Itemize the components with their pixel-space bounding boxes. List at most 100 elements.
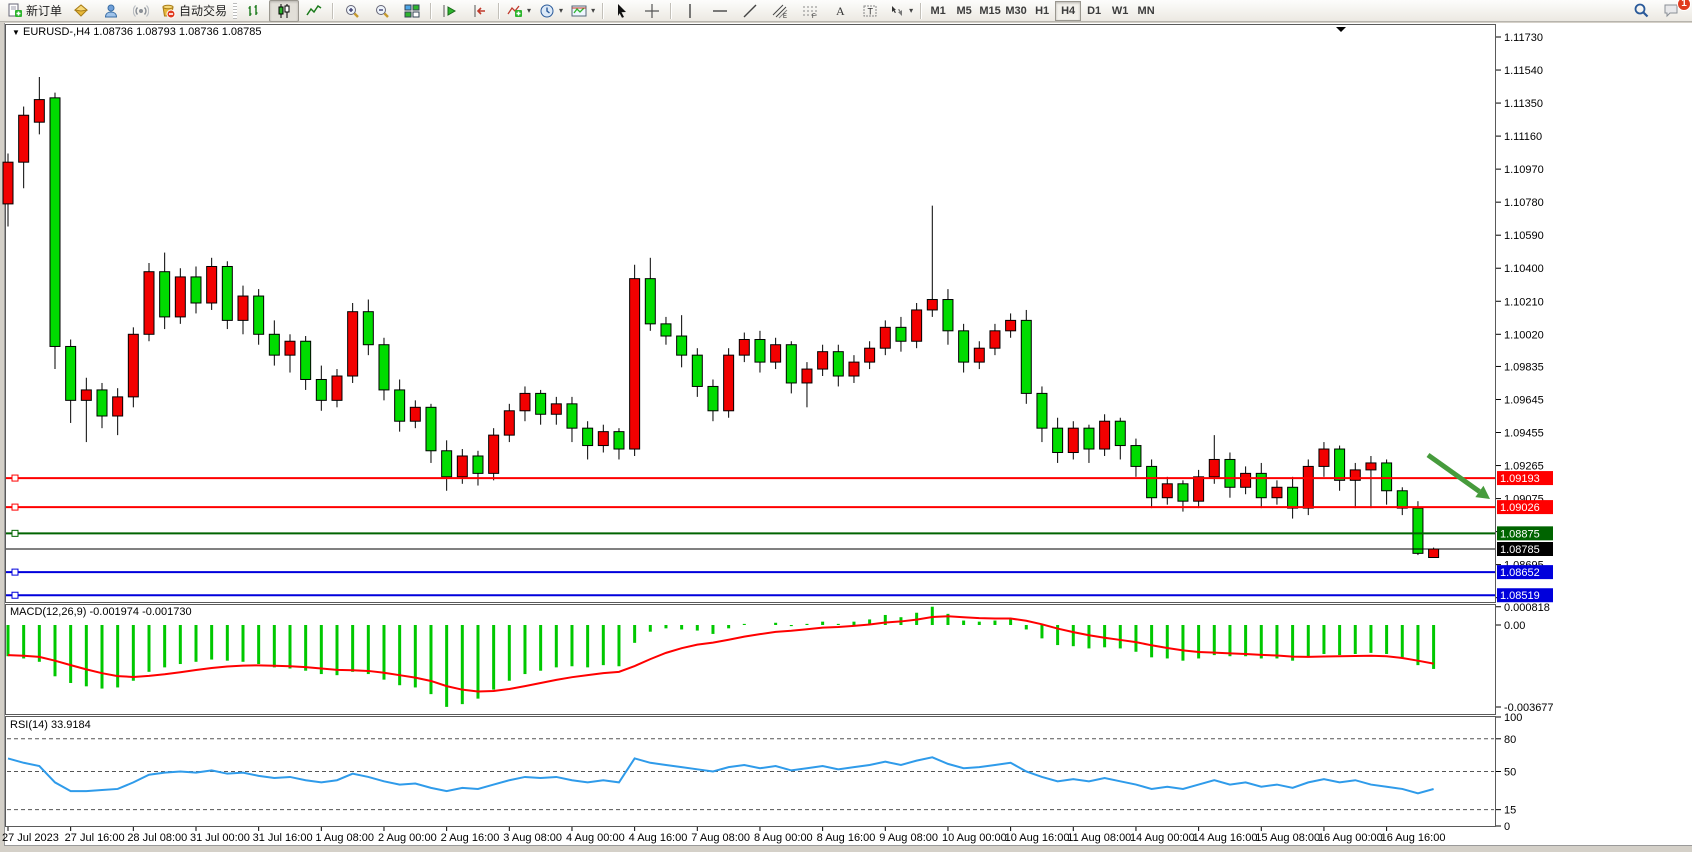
notifications-button[interactable]: 1 xyxy=(1656,0,1686,22)
candle-body xyxy=(144,272,154,335)
candle-body xyxy=(175,277,185,317)
candle-body xyxy=(1162,484,1172,498)
candle-body xyxy=(1037,393,1047,428)
price-axis-label: 1.10590 xyxy=(1504,230,1544,242)
indicators-button[interactable]: ▾ xyxy=(503,0,535,22)
candle-body xyxy=(1241,473,1251,487)
timeframe-m30-button[interactable]: M30 xyxy=(1003,1,1029,21)
indicators-dropdown-caret: ▾ xyxy=(527,6,531,15)
periods-dropdown-caret: ▾ xyxy=(559,6,563,15)
candle-body xyxy=(927,300,937,310)
candle-body xyxy=(849,362,859,376)
candle-body xyxy=(677,336,687,355)
fibonacci-tool-button[interactable]: F xyxy=(795,0,825,22)
svg-text:F: F xyxy=(812,14,816,19)
candle-body xyxy=(1397,491,1407,508)
svg-text:T: T xyxy=(868,6,874,16)
chart-ohlc-values: 1.08736 1.08793 1.08736 1.08785 xyxy=(93,26,261,38)
horizontal-line-tool-button[interactable] xyxy=(705,0,735,22)
chart-window-bg xyxy=(4,23,1692,845)
arrows-tool-button[interactable]: ▾ xyxy=(885,0,917,22)
candle-body xyxy=(630,279,640,449)
data-window-button[interactable] xyxy=(66,0,96,22)
line-price-tag-label: 1.08519 xyxy=(1500,590,1540,602)
timeframe-m15-button[interactable]: M15 xyxy=(977,1,1003,21)
line-price-tag-label: 1.09193 xyxy=(1500,473,1540,485)
periods-button[interactable]: ▾ xyxy=(535,0,567,22)
candle-body xyxy=(301,341,311,379)
candle-body xyxy=(191,277,201,303)
time-axis-label: 31 Jul 00:00 xyxy=(190,832,250,844)
candle-body xyxy=(1147,466,1157,497)
auto-scroll-button[interactable] xyxy=(435,0,465,22)
text-tool-button[interactable]: A xyxy=(825,0,855,22)
rsi-axis-label: 15 xyxy=(1504,805,1516,817)
chart-dropdown-icon[interactable]: ▼ xyxy=(12,28,20,37)
candle-body xyxy=(661,324,671,336)
timeframe-h4-button[interactable]: H4 xyxy=(1055,1,1081,21)
clock-icon xyxy=(539,3,555,19)
auto-trading-button[interactable]: 自动交易 xyxy=(156,0,231,22)
line-drag-handle[interactable] xyxy=(12,504,18,510)
time-axis-label: 11 Aug 08:00 xyxy=(1067,832,1131,844)
text-label-tool-button[interactable]: T xyxy=(855,0,885,22)
cursor-tool-button[interactable] xyxy=(607,0,637,22)
candlestick-type-button[interactable] xyxy=(269,0,299,22)
tile-windows-button[interactable] xyxy=(397,0,427,22)
line-drag-handle[interactable] xyxy=(12,592,18,598)
candle-body xyxy=(802,369,812,383)
candle-body xyxy=(473,456,483,473)
macd-indicator-name: MACD(12,26,9) xyxy=(10,606,86,618)
timeframe-switcher: M1M5M15M30H1H4D1W1MN xyxy=(925,1,1159,21)
line-drag-handle[interactable] xyxy=(12,569,18,575)
line-drag-handle[interactable] xyxy=(12,530,18,536)
candle-body xyxy=(818,352,828,369)
timeframe-h1-button[interactable]: H1 xyxy=(1029,1,1055,21)
auto-trading-icon xyxy=(160,3,176,19)
rsi-label-row: RSI(14) 33.9184 xyxy=(10,719,91,731)
arrow-shapes-icon xyxy=(889,3,905,19)
time-axis-label: 31 Jul 16:00 xyxy=(253,832,313,844)
bar-chart-type-button[interactable] xyxy=(239,0,269,22)
svg-text:A: A xyxy=(836,4,845,18)
candle-body xyxy=(990,331,1000,348)
vertical-line-icon xyxy=(682,3,698,19)
candle-body xyxy=(645,279,655,324)
search-button[interactable] xyxy=(1626,0,1656,22)
timeframe-m1-button[interactable]: M1 xyxy=(925,1,951,21)
candle-body xyxy=(551,404,561,414)
text-icon: A xyxy=(832,3,848,19)
templates-button[interactable]: ▾ xyxy=(567,0,599,22)
time-axis-label: 8 Aug 00:00 xyxy=(754,832,813,844)
zoom-out-button[interactable] xyxy=(367,0,397,22)
timeframe-mn-button[interactable]: MN xyxy=(1133,1,1159,21)
trendline-tool-button[interactable] xyxy=(735,0,765,22)
chart-shift-button[interactable] xyxy=(465,0,495,22)
time-axis-label: 8 Aug 16:00 xyxy=(817,832,876,844)
crosshair-tool-button[interactable] xyxy=(637,0,667,22)
time-axis-label: 2 Aug 16:00 xyxy=(441,832,500,844)
vertical-line-tool-button[interactable] xyxy=(675,0,705,22)
chart-canvas[interactable]: 1.117301.115401.113501.111601.109701.107… xyxy=(0,0,1692,852)
timeframe-w1-button[interactable]: W1 xyxy=(1107,1,1133,21)
candle-body xyxy=(943,300,953,331)
news-button[interactable] xyxy=(126,0,156,22)
timeframe-m5-button[interactable]: M5 xyxy=(951,1,977,21)
candle-body xyxy=(1021,320,1031,393)
zoom-in-button[interactable] xyxy=(337,0,367,22)
timeframe-d1-button[interactable]: D1 xyxy=(1081,1,1107,21)
channel-tool-button[interactable]: E xyxy=(765,0,795,22)
terminal-button[interactable] xyxy=(96,0,126,22)
candle-body xyxy=(1131,446,1141,467)
price-axis-label: 1.09645 xyxy=(1504,394,1544,406)
line-chart-type-button[interactable] xyxy=(299,0,329,22)
template-icon xyxy=(571,3,587,19)
candle-body xyxy=(19,115,29,162)
line-drag-handle[interactable] xyxy=(12,475,18,481)
macd-axis-label: 0.000818 xyxy=(1504,602,1550,614)
price-axis-label: 1.11540 xyxy=(1504,65,1543,77)
candle-body xyxy=(865,348,875,362)
macd-signal-value: -0.001730 xyxy=(142,606,192,618)
toolbar-separator xyxy=(430,3,432,19)
new-order-button[interactable]: 新订单 xyxy=(3,0,66,22)
